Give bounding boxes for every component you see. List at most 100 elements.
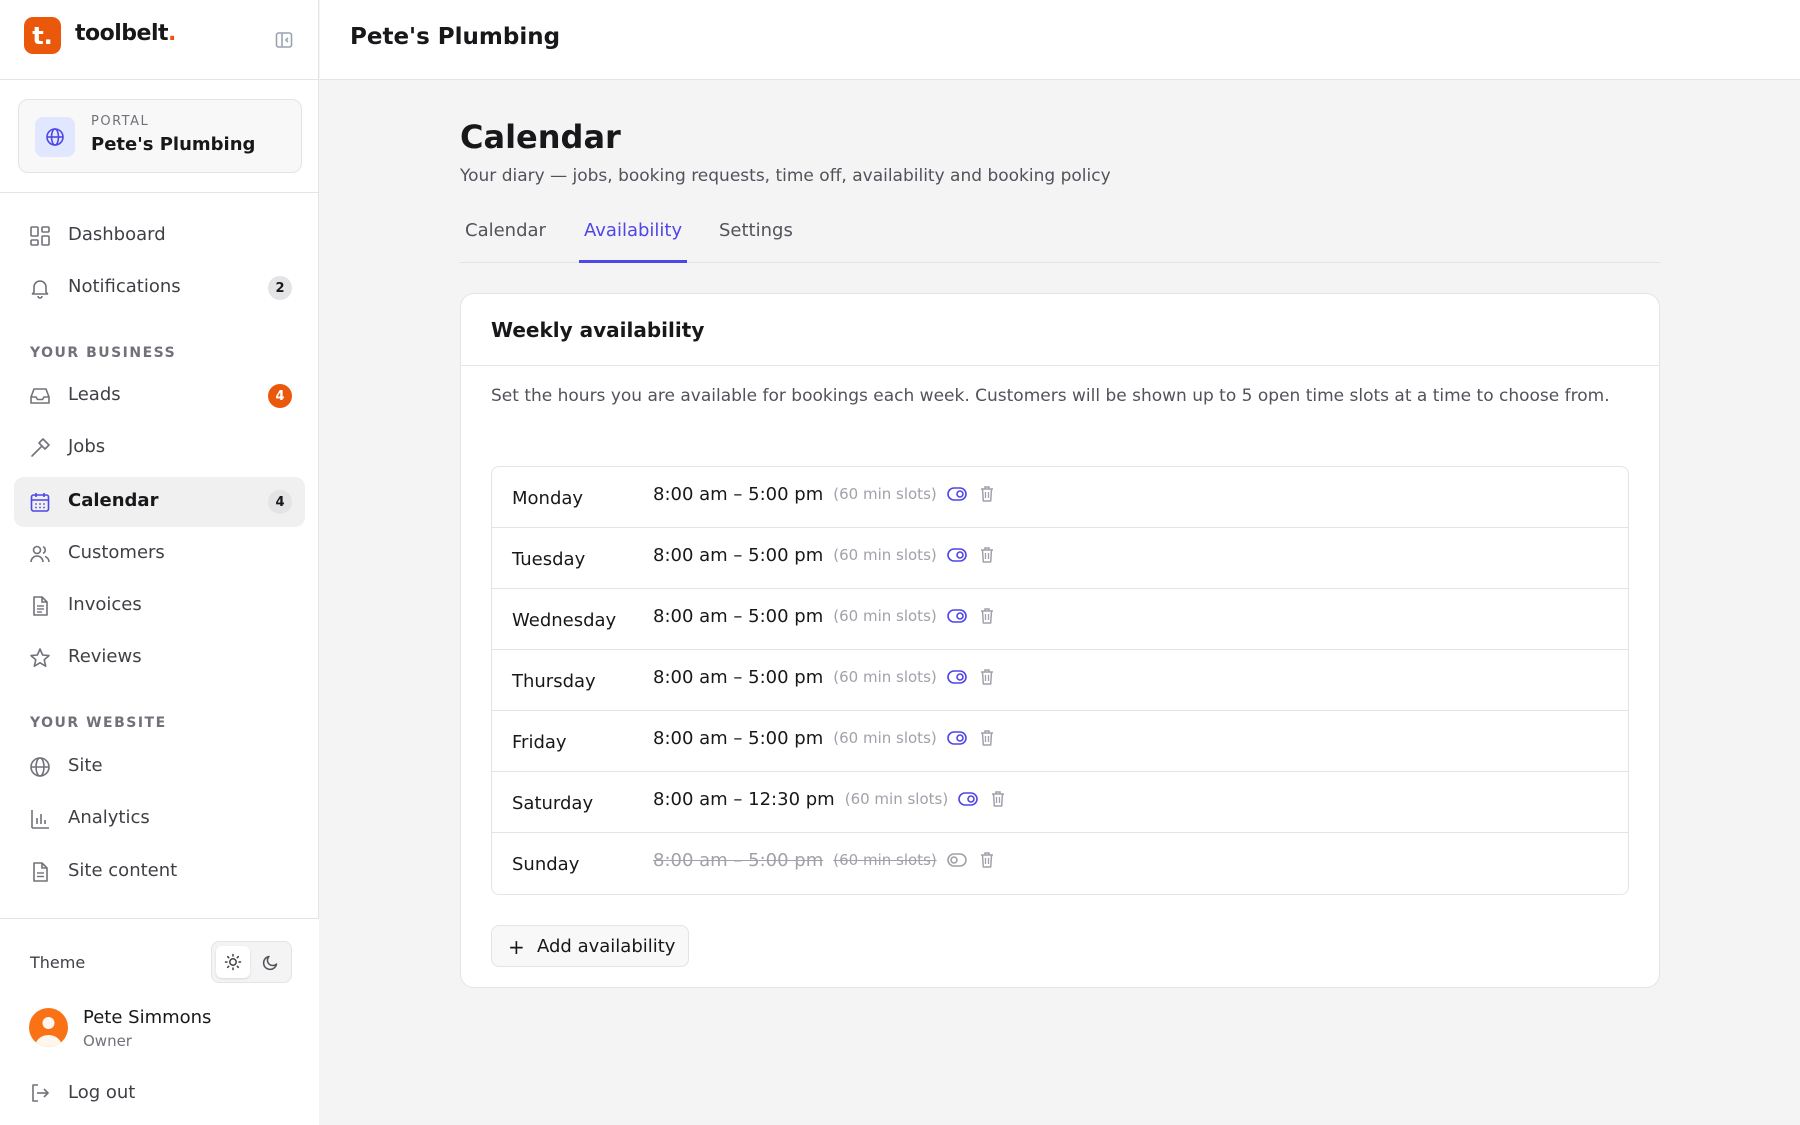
sidebar-item-label: Customers [68,542,165,563]
slot-length: (60 min slots) [833,851,937,869]
inbox-icon [29,385,51,407]
tab-bar: Calendar Availability Settings [460,212,1660,263]
slot-time[interactable]: 8:00 am – 5:00 pm [653,728,823,749]
slot-length: (60 min slots) [833,607,937,625]
time-slot: 8:00 am – 5:00 pm (60 min slots) [653,665,997,689]
hammer-icon [29,437,51,459]
trash-icon[interactable] [977,606,997,626]
day-name: Friday [512,732,567,753]
sidebar-item-site-content[interactable]: Site content [14,847,305,897]
time-slot: 8:00 am – 12:30 pm (60 min slots) [653,787,1008,811]
sidebar-item-label: Site [68,755,103,776]
add-availability-button[interactable]: + Add availability [491,925,689,967]
sidebar-item-label: Notifications [68,276,181,297]
trash-icon[interactable] [977,850,997,870]
section-label-business: YOUR BUSINESS [30,345,177,361]
logout-button[interactable]: Log out [14,1071,305,1115]
sidebar-item-jobs[interactable]: Jobs [14,423,305,473]
star-icon [29,647,51,669]
visibility-toggle-icon[interactable] [946,667,967,687]
visibility-toggle-icon[interactable] [958,789,979,809]
slot-length: (60 min slots) [833,485,937,503]
section-label-website: YOUR WEBSITE [30,715,167,731]
tab-settings[interactable]: Settings [714,220,798,263]
sidebar-item-invoices[interactable]: Invoices [14,581,305,631]
sidebar-item-label: Calendar [68,490,159,511]
visibility-toggle-icon[interactable] [946,545,967,565]
sidebar-item-label: Analytics [68,807,150,828]
slot-time[interactable]: 8:00 am – 5:00 pm [653,606,823,627]
theme-toggle [211,941,292,983]
availability-row: Wednesday 8:00 am – 5:00 pm (60 min slots) [492,589,1628,650]
time-slot: 8:00 am – 5:00 pm (60 min slots) [653,543,997,567]
availability-row: Saturday 8:00 am – 12:30 pm (60 min slots) [492,772,1628,833]
moon-icon [262,955,278,971]
sidebar-item-reviews[interactable]: Reviews [14,633,305,683]
page-title: Calendar [460,118,621,156]
trash-icon[interactable] [977,667,997,687]
visibility-toggle-icon[interactable] [946,728,967,748]
availability-row: Friday 8:00 am – 5:00 pm (60 min slots) [492,711,1628,772]
time-slot: 8:00 am – 5:00 pm (60 min slots) [653,604,997,628]
availability-row: Monday 8:00 am – 5:00 pm (60 min slots) [492,467,1628,528]
sidebar-footer: Theme Pete Simmons Owner Log out [0,918,319,1125]
sidebar-item-label: Invoices [68,594,142,615]
sidebar-item-site[interactable]: Site [14,742,305,792]
availability-row: Thursday 8:00 am – 5:00 pm (60 min slots) [492,650,1628,711]
day-name: Saturday [512,793,594,814]
slot-time[interactable]: 8:00 am – 5:00 pm [653,667,823,688]
logout-label: Log out [68,1082,136,1103]
trash-icon[interactable] [988,789,1008,809]
portal-switcher[interactable]: PORTAL Pete's Plumbing [18,99,302,173]
slot-time[interactable]: 8:00 am – 5:00 pm [653,850,823,871]
sidebar-item-leads[interactable]: Leads 4 [14,371,305,421]
card-title: Weekly availability [491,318,705,342]
day-name: Wednesday [512,610,617,631]
users-icon [29,543,51,565]
sun-icon [224,953,242,971]
sidebar-collapse-icon[interactable] [274,30,296,50]
add-availability-label: Add availability [537,936,676,957]
calendar-icon [29,491,51,513]
sidebar-item-analytics[interactable]: Analytics [14,794,305,844]
sidebar-item-notifications[interactable]: Notifications 2 [14,263,305,313]
trash-icon[interactable] [977,728,997,748]
avatar[interactable] [29,1008,68,1047]
brand-text: toolbelt [75,21,169,46]
dark-mode-button[interactable] [254,946,288,978]
trash-icon[interactable] [977,484,997,504]
sidebar-item-label: Dashboard [68,224,166,245]
theme-label: Theme [30,953,86,972]
slot-time[interactable]: 8:00 am – 5:00 pm [653,545,823,566]
light-mode-button[interactable] [216,946,250,978]
availability-row: Sunday 8:00 am – 5:00 pm (60 min slots) [492,833,1628,894]
trash-icon[interactable] [977,545,997,565]
visibility-toggle-icon[interactable] [946,606,967,626]
day-name: Sunday [512,854,580,875]
sidebar: t. toolbelt. PORTAL Pete's Plumbing Dash… [0,0,319,1125]
sidebar-item-label: Site content [68,860,178,881]
slot-time[interactable]: 8:00 am – 12:30 pm [653,789,835,810]
bell-icon [29,277,51,299]
slot-length: (60 min slots) [833,546,937,564]
tab-calendar[interactable]: Calendar [460,220,551,263]
sidebar-item-dashboard[interactable]: Dashboard [14,211,305,261]
visibility-toggle-icon[interactable] [946,850,967,870]
tab-availability[interactable]: Availability [579,220,688,263]
calendar-count-badge: 4 [268,490,292,514]
toolbelt-logo[interactable]: t. [24,17,61,54]
slot-length: (60 min slots) [833,729,937,747]
slot-time[interactable]: 8:00 am – 5:00 pm [653,484,823,505]
availability-list: Monday 8:00 am – 5:00 pm (60 min slots) Tue… [491,466,1629,895]
sidebar-item-label: Leads [68,384,121,405]
business-title: Pete's Plumbing [350,24,561,50]
visibility-toggle-icon[interactable] [946,484,967,504]
slot-length: (60 min slots) [833,668,937,686]
logout-icon [29,1082,51,1104]
sidebar-item-customers[interactable]: Customers [14,529,305,579]
sidebar-item-calendar[interactable]: Calendar 4 [14,477,305,527]
brand-name: toolbelt. [75,21,176,46]
globe-icon [35,117,75,157]
brand-header: t. toolbelt. [0,0,318,80]
leads-count-badge: 4 [268,384,292,408]
